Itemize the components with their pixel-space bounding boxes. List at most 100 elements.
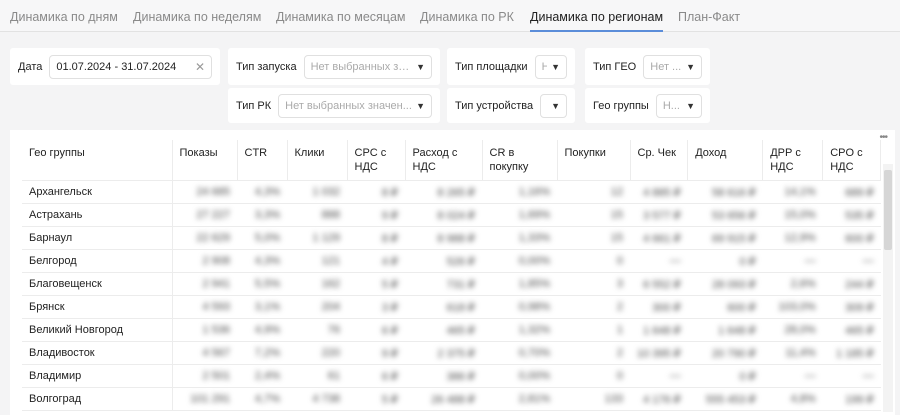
cell-value: 1,16% [482, 180, 557, 204]
cell-value: 1,33% [482, 226, 557, 250]
column-header[interactable]: CR в покупку [482, 140, 558, 181]
cell-value: 2 [557, 295, 630, 319]
device-type-filter: Тип устройства ▼ [447, 88, 575, 123]
column-header[interactable]: CPO с НДС [822, 140, 882, 181]
region-name: Брянск [22, 295, 173, 319]
tab-plan-fact[interactable]: План-Факт [678, 10, 740, 24]
cell-value: 15,0% [762, 203, 823, 227]
cell-value: 4 567 [172, 341, 237, 365]
column-header[interactable]: Расход с НДС [405, 140, 483, 181]
cell-value: 5,5% [237, 272, 287, 296]
launch-type-select[interactable]: Нет выбранных зн... ▼ [303, 54, 432, 79]
column-header[interactable]: CPC с НДС [347, 140, 406, 181]
vertical-scrollbar[interactable] [883, 164, 893, 412]
cell-value: 0,00% [482, 249, 557, 273]
cell-value: 1 [557, 318, 630, 342]
cell-value: 0,98% [482, 295, 557, 319]
column-header[interactable]: Доход [687, 140, 764, 181]
platform-type-filter: Тип площадки Н▼ [447, 48, 575, 85]
cell-value: 2 375 ₽ [405, 341, 482, 365]
cell-value: — [630, 364, 688, 388]
cell-value: 4 176 ₽ [630, 387, 688, 411]
tab-regions[interactable]: Динамика по регионам [530, 10, 664, 32]
table-row[interactable]: Астрахань 27 227 3,3% 888 9 ₽8 024 ₽1,69% 15 3… [22, 203, 881, 227]
cell-value: 8 265 ₽ [405, 180, 482, 204]
column-header[interactable]: Покупки [557, 140, 631, 181]
cell-value: 555 453 ₽ [687, 387, 763, 411]
cell-value: 2,6% [762, 272, 823, 296]
rk-type-filter: Тип РК Нет выбранных значен... ▼ [228, 88, 440, 123]
column-header[interactable]: CTR [237, 140, 288, 181]
column-header[interactable]: ДРР с НДС [762, 140, 824, 181]
region-name: Волгоград [22, 387, 173, 411]
cell-value: 2 908 [172, 249, 237, 273]
cell-value: 0 [557, 364, 630, 388]
date-value: 01.07.2024 - 31.07.2024 [56, 60, 177, 73]
cell-value: 101 291 [172, 387, 237, 411]
tab-rk[interactable]: Динамика по РК [420, 10, 514, 24]
geo-groups-select[interactable]: Н... ▼ [655, 93, 702, 118]
cell-value: 465 ₽ [822, 318, 881, 342]
cell-value: 4,3% [237, 249, 287, 273]
cell-value: 20 790 ₽ [687, 341, 763, 365]
cell-value: 8 024 ₽ [405, 203, 482, 227]
table-row[interactable]: Волгоград 101 291 4,7% 4 738 5 ₽26 488 ₽2,81… [22, 387, 881, 411]
date-range-input[interactable]: 01.07.2024 - 31.07.2024 ✕ [49, 54, 212, 79]
column-header[interactable]: Гео группы [22, 140, 173, 181]
cell-value: 1 185 ₽ [822, 341, 881, 365]
cell-value: 1,69% [482, 203, 557, 227]
region-name: Белгород [22, 249, 173, 273]
rk-type-select[interactable]: Нет выбранных значен... ▼ [278, 93, 432, 118]
cell-value: 9 ₽ [347, 203, 405, 227]
tab-days[interactable]: Динамика по дням [10, 10, 118, 24]
cell-value: 220 [287, 341, 347, 365]
table-row[interactable]: Белгород 2 908 4,3% 121 4 ₽526 ₽0,00% 0—0 ₽ — — [22, 249, 881, 273]
cell-value: 9 ₽ [347, 341, 405, 365]
cell-value: 888 [287, 203, 347, 227]
cell-value: 204 [287, 295, 347, 319]
table-row[interactable]: Архангельск 24 685 4,3% 1 032 8 ₽8 265 ₽1,16… [22, 180, 881, 204]
cell-value: 2 941 [172, 272, 237, 296]
clear-icon[interactable]: ✕ [195, 60, 205, 74]
table-row[interactable]: Владимир 2 501 2,4% 61 6 ₽386 ₽0,00% 0—0 ₽ — — [22, 364, 881, 388]
cell-value: 618 ₽ [405, 295, 482, 319]
date-label: Дата [18, 60, 43, 73]
tab-months[interactable]: Динамика по месяцам [276, 10, 406, 24]
column-header[interactable]: Показы [172, 140, 238, 181]
cell-value: 121 [287, 249, 347, 273]
cell-value: 61 [287, 364, 347, 388]
cell-value: 689 ₽ [822, 180, 881, 204]
cell-value: 600 ₽ [822, 226, 881, 250]
table-row[interactable]: Великий Новгород 1 536 4,9% 76 6 ₽465 ₽1,32%… [22, 318, 881, 342]
table-row[interactable]: Брянск 4 593 3,1% 204 3 ₽618 ₽0,98% 2 300 ₽600… [22, 295, 881, 319]
column-header[interactable]: Ср. Чек [630, 140, 689, 181]
cell-value: 2 501 [172, 364, 237, 388]
cell-value: 4 593 [172, 295, 237, 319]
cell-value: 5 ₽ [347, 272, 405, 296]
cell-value: 0 ₽ [687, 249, 763, 273]
platform-type-label: Тип площадки [455, 60, 528, 73]
report-tabs: Динамика по дням Динамика по неделям Дин… [0, 0, 900, 32]
tab-weeks[interactable]: Динамика по неделям [133, 10, 261, 24]
table-row[interactable]: Благовещенск 2 941 5,5% 162 5 ₽731 ₽1,85% 3 6 … [22, 272, 881, 296]
column-header[interactable]: Клики [287, 140, 348, 181]
cell-value: 4 ₽ [347, 249, 405, 273]
geo-type-select[interactable]: Нет ... ▼ [643, 54, 702, 79]
region-name: Владивосток [22, 341, 173, 365]
cell-value: 3 [557, 272, 630, 296]
cell-value: 1 536 [172, 318, 237, 342]
scrollbar-thumb[interactable] [884, 170, 892, 250]
cell-value: 133 [557, 387, 630, 411]
cell-value: 1 648 ₽ [687, 318, 763, 342]
device-type-select[interactable]: ▼ [540, 93, 567, 118]
cell-value: 53 656 ₽ [687, 203, 763, 227]
cell-value: 14,1% [762, 180, 823, 204]
table-row[interactable]: Владивосток 4 567 7,2% 220 9 ₽2 375 ₽0,70% 2 1… [22, 341, 881, 365]
geo-type-filter: Тип ГЕО Нет ... ▼ [585, 48, 710, 85]
table-row[interactable]: Барнаул 22 629 5,0% 1 129 8 ₽8 988 ₽1,33% 15 4… [22, 226, 881, 250]
cell-value: 3,1% [237, 295, 287, 319]
cell-value: 309 ₽ [822, 295, 881, 319]
cell-value: 12 [557, 180, 630, 204]
platform-type-select[interactable]: Н▼ [534, 54, 567, 79]
cell-value: 76 [287, 318, 347, 342]
